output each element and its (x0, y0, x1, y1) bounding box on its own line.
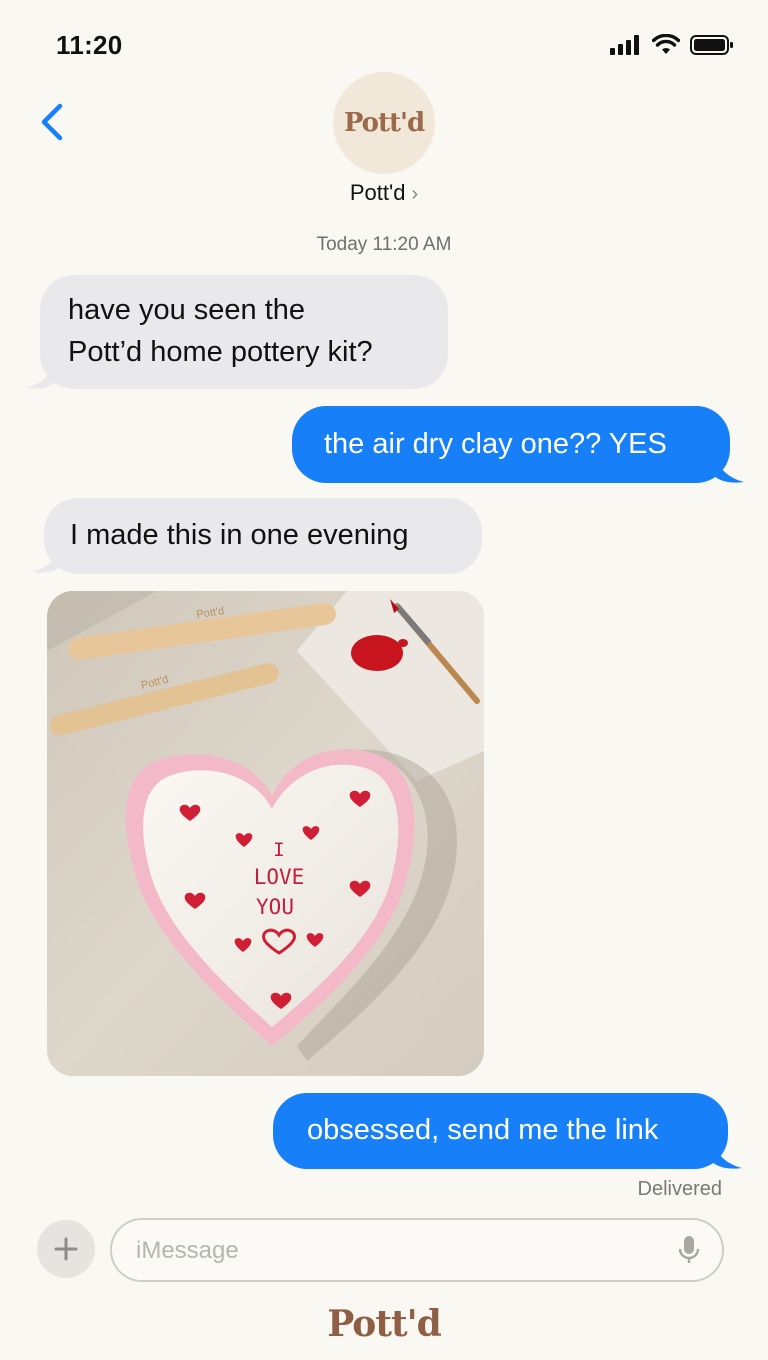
thread-timestamp: Today 11:20 AM (316, 234, 452, 255)
chevron-right-icon: › (411, 183, 419, 205)
wifi-icon (652, 34, 680, 54)
contact-name-label: Pott'd (349, 180, 406, 205)
message-input-placeholder: iMessage (136, 1237, 239, 1264)
battery-icon (690, 35, 733, 55)
message-text: Pott’d home pottery kit? (68, 336, 373, 368)
message-bubble-outgoing[interactable]: the air dry clay one?? YES (292, 406, 730, 483)
delivered-status: Delivered (637, 1178, 722, 1200)
footer-logo: Pott'd (0, 1303, 768, 1345)
add-attachment-button[interactable] (37, 1220, 95, 1278)
dish-text-love: LOVE (254, 865, 305, 889)
message-bubble-outgoing[interactable]: obsessed, send me the link (273, 1093, 728, 1169)
message-bubble-incoming[interactable]: have you seen the Pott’d home pottery ki… (40, 275, 448, 389)
back-chevron-icon[interactable] (36, 100, 70, 144)
message-text: the air dry clay one?? YES (324, 428, 667, 460)
message-bubble-incoming[interactable]: I made this in one evening (44, 498, 482, 574)
message-text: have you seen the (68, 294, 306, 326)
microphone-icon[interactable] (678, 1234, 700, 1266)
contact-avatar[interactable]: Pott'd (333, 72, 435, 174)
status-time: 11:20 (56, 30, 123, 60)
plus-icon (54, 1237, 78, 1261)
signal-icon (610, 35, 639, 55)
dish-text-you: YOU (256, 895, 294, 919)
status-icons (610, 34, 734, 56)
contact-name[interactable]: Pott'd › (0, 180, 768, 206)
heart-dish-photo: Pott'd Pott'd I LOVE YOU (47, 591, 484, 1076)
message-text: obsessed, send me the link (307, 1114, 659, 1146)
message-text: I made this in one evening (70, 519, 409, 551)
photo-attachment[interactable]: Pott'd Pott'd I LOVE YOU (47, 591, 484, 1076)
dish-text-i: I (273, 839, 284, 861)
message-input[interactable]: iMessage (110, 1218, 724, 1282)
brand-logo: Pott'd (327, 1303, 442, 1345)
avatar-logo: Pott'd (343, 108, 425, 138)
